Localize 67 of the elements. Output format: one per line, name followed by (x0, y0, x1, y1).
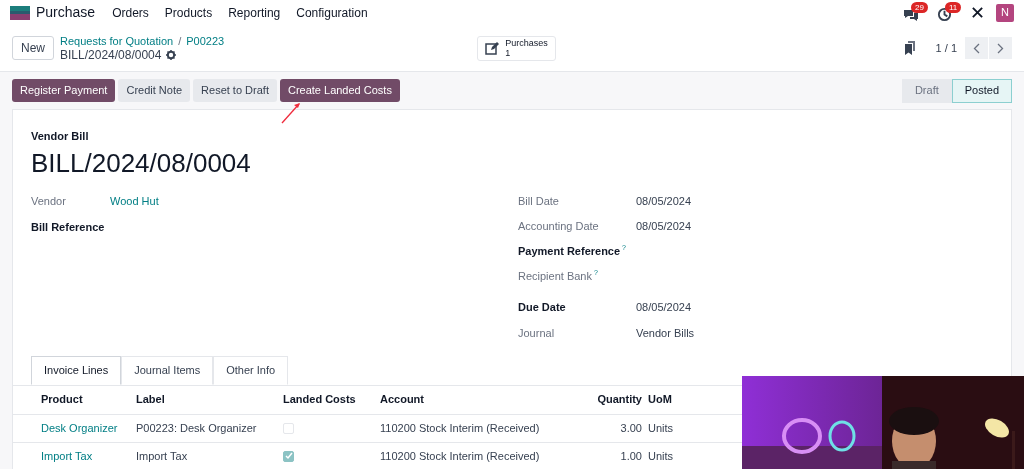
column-header[interactable]: Label (136, 391, 283, 408)
action-button[interactable]: Create Landed Costs (279, 79, 400, 102)
field-value: 08/05/2024 (636, 193, 692, 209)
table-cell: 110200 Stock Interim (Received) (380, 449, 540, 462)
tab[interactable]: Journal Items (121, 355, 214, 385)
menu-item[interactable]: Reporting (228, 3, 281, 22)
tab[interactable]: Invoice Lines (31, 355, 122, 385)
table-cell-text: 3.00 (619, 420, 642, 436)
table-cell: 110200 Stock Interim (Received) (380, 421, 540, 434)
count-badge: 11 (945, 1, 962, 13)
column-header[interactable]: Product (41, 391, 136, 408)
status-step[interactable]: Draft (901, 78, 952, 103)
smart-button-label: Purchases (505, 38, 548, 48)
menu-item[interactable]: Orders (112, 3, 149, 22)
table-cell: P00223: Desk Organizer (136, 421, 257, 434)
count-badge: 29 (911, 1, 928, 13)
field-label: Due Date (518, 299, 566, 315)
user-avatar[interactable]: N (996, 3, 1014, 22)
smart-button-count: 1 (505, 48, 512, 58)
tab[interactable]: Other Info (213, 355, 289, 385)
purchases-smart-button[interactable]: Purchases 1 (477, 35, 556, 61)
field-label: Recipient Bank (518, 268, 592, 284)
table-cell: Import Tax (136, 449, 188, 462)
table-cell-text: Units (648, 448, 675, 464)
field-value[interactable]: Wood Hut (110, 193, 159, 210)
action-button[interactable]: Credit Note (118, 79, 191, 102)
field-label: Accounting Date (518, 218, 599, 234)
column-header[interactable]: Account (380, 391, 550, 408)
field-value: 08/05/2024 (636, 218, 692, 234)
column-header[interactable]: Quantity (550, 391, 642, 408)
product-link[interactable]: Desk Organizer (41, 421, 118, 434)
document-title: BILL/2024/08/0004 (31, 146, 252, 179)
next-button[interactable] (989, 37, 1012, 59)
arrow-annotation (280, 101, 302, 125)
field-label: Payment Reference (518, 243, 621, 259)
app-logo-icon (10, 5, 30, 20)
field-value: 08/05/2024 (636, 299, 692, 315)
previous-button[interactable] (965, 37, 988, 59)
table-cell-text: Units (648, 420, 675, 436)
breadcrumb-separator: / (178, 34, 182, 48)
menu-item[interactable]: Configuration (296, 3, 368, 22)
gear-icon[interactable] (166, 50, 177, 60)
menu-item[interactable]: Products (164, 3, 213, 22)
column-header[interactable]: Landed Costs (283, 391, 380, 408)
product-link[interactable]: Import Tax (41, 449, 93, 462)
breadcrumb-link[interactable]: P00223 (186, 34, 225, 48)
field-label: Bill Date (518, 193, 559, 209)
status-step[interactable]: Posted (951, 78, 1012, 103)
checkbox[interactable] (283, 450, 294, 462)
chevron-right-icon (997, 42, 1004, 54)
bookmark-icon[interactable] (903, 41, 916, 55)
column-header[interactable]: UoM (648, 391, 688, 408)
table-cell-text: 1.00 (619, 448, 642, 464)
edit-icon (485, 41, 500, 55)
field-label: Journal (518, 325, 555, 341)
document-type: Vendor Bill (31, 129, 90, 144)
record-name: BILL/2024/08/0004 (60, 48, 162, 62)
chevron-left-icon (973, 42, 980, 54)
field-value: Vendor Bills (636, 325, 695, 341)
pager-value[interactable]: 1 / 1 (935, 39, 957, 57)
action-button[interactable]: Reset to Draft (193, 79, 277, 102)
app-name[interactable]: Purchase (36, 2, 96, 23)
new-button[interactable]: New (12, 36, 54, 60)
action-button[interactable]: Register Payment (12, 79, 116, 102)
field-label: Bill Reference (31, 221, 105, 234)
field-label: Vendor (31, 195, 66, 208)
breadcrumb-link[interactable]: Requests for Quotation (60, 34, 174, 48)
